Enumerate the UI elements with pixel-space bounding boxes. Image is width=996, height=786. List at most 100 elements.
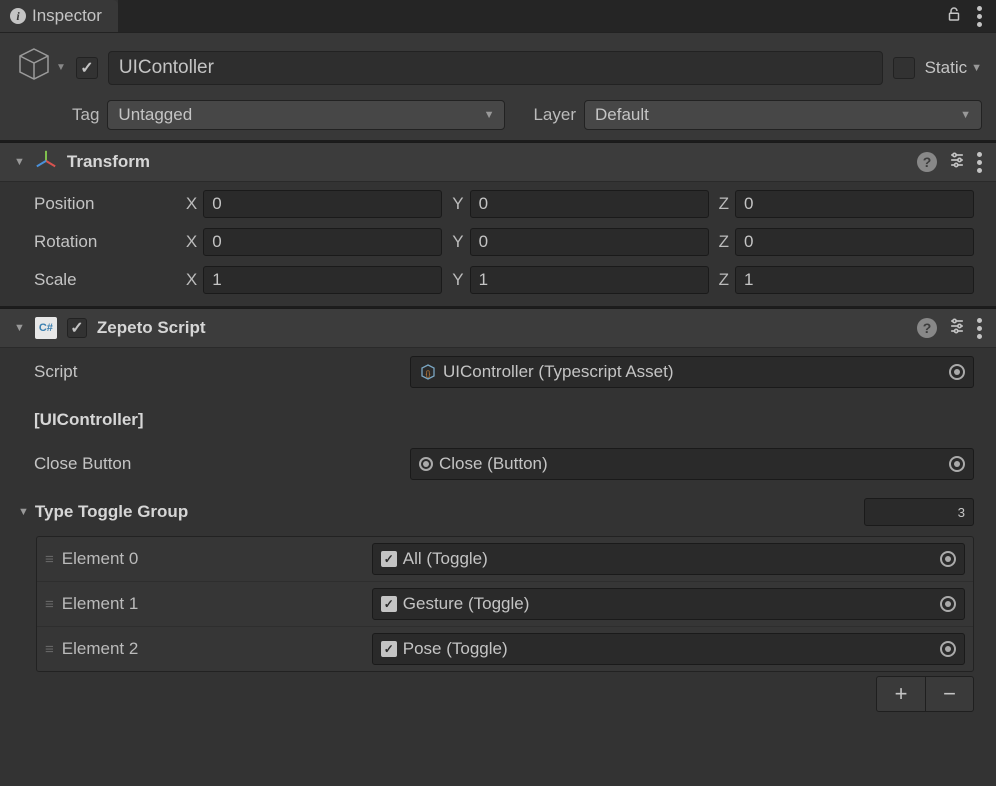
drag-handle-icon[interactable]: ≡ — [45, 596, 52, 613]
svg-text:{}: {} — [426, 371, 431, 378]
chevron-down-icon: ▼ — [960, 109, 971, 121]
object-picker-icon[interactable] — [940, 596, 956, 612]
list-item: ≡ Element 0 ✓ All (Toggle) — [37, 537, 973, 582]
chevron-down-icon: ▼ — [484, 109, 495, 121]
remove-element-button[interactable]: − — [925, 677, 973, 711]
element-label: Element 2 — [62, 639, 362, 659]
gameobject-icon-picker[interactable]: ▼ — [14, 45, 66, 90]
zepeto-body: Script {} UIController (Typescript Asset… — [0, 348, 996, 492]
list-count-input[interactable] — [864, 498, 974, 526]
kebab-icon[interactable] — [977, 6, 982, 27]
help-icon[interactable]: ? — [917, 152, 937, 172]
info-icon: i — [10, 8, 26, 24]
help-icon[interactable]: ? — [917, 318, 937, 338]
drag-handle-icon[interactable]: ≡ — [45, 551, 52, 568]
object-picker-icon[interactable] — [949, 364, 965, 380]
cube-icon — [14, 45, 54, 90]
element-field[interactable]: ✓ All (Toggle) — [372, 543, 965, 575]
script-label: Script — [34, 362, 404, 382]
layer-label: Layer — [533, 105, 576, 125]
foldout-icon[interactable]: ▼ — [14, 156, 25, 168]
tag-label: Tag — [72, 105, 99, 125]
add-element-button[interactable]: + — [877, 677, 925, 711]
scale-x-input[interactable] — [203, 266, 442, 294]
rotation-z-input[interactable] — [735, 228, 974, 256]
list-header[interactable]: ▼ Type Toggle Group — [18, 492, 974, 532]
x-label: X — [186, 194, 197, 214]
uicontroller-bracket: [UIController] — [34, 410, 144, 430]
object-picker-icon[interactable] — [940, 551, 956, 567]
foldout-icon[interactable]: ▼ — [18, 506, 29, 518]
zepeto-header[interactable]: ▼ C# Zepeto Script ? — [0, 308, 996, 348]
element-value: Pose (Toggle) — [403, 639, 508, 659]
x-label: X — [186, 270, 197, 290]
z-label: Z — [719, 270, 729, 290]
close-button-field[interactable]: Close (Button) — [410, 448, 974, 480]
toggle-icon: ✓ — [381, 596, 397, 612]
object-picker-icon[interactable] — [949, 456, 965, 472]
layer-value: Default — [595, 105, 649, 125]
element-field[interactable]: ✓ Pose (Toggle) — [372, 633, 965, 665]
enabled-checkbox[interactable] — [76, 57, 98, 79]
preset-icon[interactable] — [947, 150, 967, 175]
x-label: X — [186, 232, 197, 252]
kebab-icon[interactable] — [977, 152, 982, 173]
element-label: Element 0 — [62, 549, 362, 569]
close-button-label: Close Button — [34, 454, 404, 474]
element-field[interactable]: ✓ Gesture (Toggle) — [372, 588, 965, 620]
scale-y-input[interactable] — [470, 266, 709, 294]
rotation-y-input[interactable] — [470, 228, 709, 256]
layer-dropdown[interactable]: Default ▼ — [584, 100, 982, 130]
element-label: Element 1 — [62, 594, 362, 614]
y-label: Y — [452, 270, 463, 290]
position-y-input[interactable] — [470, 190, 709, 218]
tab-spacer — [118, 0, 931, 32]
transform-header[interactable]: ▼ Transform ? — [0, 142, 996, 182]
gameobject-header: ▼ Static ▼ Tag Untagged ▼ Layer Default … — [0, 33, 996, 140]
position-x-input[interactable] — [203, 190, 442, 218]
rotation-x-input[interactable] — [203, 228, 442, 256]
kebab-icon[interactable] — [977, 318, 982, 339]
tag-value: Untagged — [118, 105, 192, 125]
tab-right — [931, 0, 996, 32]
list-item: ≡ Element 1 ✓ Gesture (Toggle) — [37, 582, 973, 627]
transform-icon — [35, 149, 57, 176]
reference-icon — [419, 457, 433, 471]
transform-title: Transform — [67, 152, 907, 172]
list-item: ≡ Element 2 ✓ Pose (Toggle) — [37, 627, 973, 671]
z-label: Z — [719, 232, 729, 252]
typescript-asset-icon: {} — [419, 363, 437, 381]
element-value: Gesture (Toggle) — [403, 594, 530, 614]
tab-title: Inspector — [32, 6, 102, 26]
toggle-icon: ✓ — [381, 551, 397, 567]
lock-icon[interactable] — [945, 5, 963, 28]
rotation-label: Rotation — [34, 232, 180, 252]
static-checkbox[interactable] — [893, 57, 915, 79]
list-label: Type Toggle Group — [35, 502, 864, 522]
transform-body: Position X Y Z Rotation X Y Z Scale X Y … — [0, 182, 996, 306]
static-dropdown[interactable]: Static ▼ — [925, 58, 982, 78]
static-label: Static — [925, 58, 968, 78]
position-z-input[interactable] — [735, 190, 974, 218]
drag-handle-icon[interactable]: ≡ — [45, 641, 52, 658]
object-name-input[interactable] — [108, 51, 883, 85]
script-value: UIController (Typescript Asset) — [443, 362, 674, 382]
tag-dropdown[interactable]: Untagged ▼ — [107, 100, 505, 130]
preset-icon[interactable] — [947, 316, 967, 341]
scale-z-input[interactable] — [735, 266, 974, 294]
inspector-tab[interactable]: i Inspector — [0, 0, 118, 32]
scale-label: Scale — [34, 270, 180, 290]
foldout-icon[interactable]: ▼ — [14, 322, 25, 334]
zepeto-title: Zepeto Script — [97, 318, 907, 338]
element-value: All (Toggle) — [403, 549, 488, 569]
chevron-down-icon: ▼ — [56, 62, 66, 73]
position-label: Position — [34, 194, 180, 214]
tab-bar: i Inspector — [0, 0, 996, 33]
close-button-value: Close (Button) — [439, 454, 548, 474]
toggle-icon: ✓ — [381, 641, 397, 657]
component-enabled-checkbox[interactable] — [67, 318, 87, 338]
csharp-icon: C# — [35, 317, 57, 339]
script-field[interactable]: {} UIController (Typescript Asset) — [410, 356, 974, 388]
type-toggle-group: ▼ Type Toggle Group ≡ Element 0 ✓ All (T… — [0, 492, 996, 712]
object-picker-icon[interactable] — [940, 641, 956, 657]
